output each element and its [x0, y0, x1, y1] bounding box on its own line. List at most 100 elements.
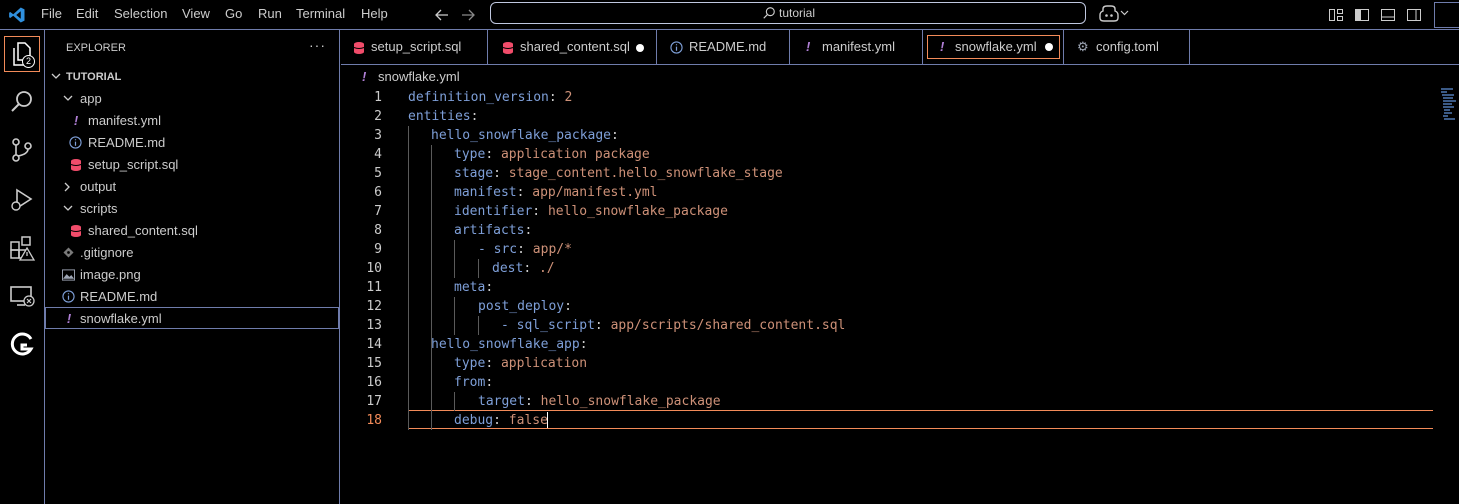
yaml-icon: !: [940, 39, 945, 54]
tree-label: image.png: [80, 267, 141, 282]
unsaved-dot-icon[interactable]: [636, 44, 644, 52]
back-arrow-icon[interactable]: [434, 7, 450, 23]
menu-selection[interactable]: Selection: [114, 6, 167, 21]
tab-setup-script-sql[interactable]: setup_script.sql: [341, 30, 488, 64]
root-folder-label: TUTORIAL: [66, 71, 122, 83]
remote-explorer-icon[interactable]: [8, 282, 36, 310]
tab-label: README.md: [689, 39, 767, 54]
tree-file-shared-content-sql[interactable]: shared_content.sql: [45, 220, 339, 242]
code-line: hello_snowflake_app:: [431, 337, 588, 352]
git-icon: [63, 247, 74, 258]
line-number: 2: [374, 109, 382, 124]
image-icon: [62, 269, 75, 281]
code-line: dest: ./: [492, 261, 555, 276]
code-line: identifier: hello_snowflake_package: [454, 204, 728, 219]
tree-label: README.md: [88, 135, 166, 150]
tree-root-tutorial[interactable]: TUTORIAL: [45, 66, 339, 88]
source-control-icon[interactable]: [8, 136, 36, 164]
toggle-panel-icon[interactable]: [1380, 7, 1396, 23]
tree-label: .gitignore: [80, 245, 134, 260]
command-center-search[interactable]: tutorial: [490, 2, 1086, 24]
gitkraken-g-icon[interactable]: [8, 330, 36, 358]
tree-folder-app[interactable]: app: [45, 88, 339, 110]
line-number: 13: [366, 318, 382, 333]
title-bar: File Edit Selection View Go Run Terminal…: [0, 0, 1459, 30]
tree-file-setup-script-sql[interactable]: setup_script.sql: [45, 154, 339, 176]
tab-snowflake-yml[interactable]: ! snowflake.yml: [927, 35, 1060, 59]
code-line: type: application package: [454, 147, 650, 162]
code-line: definition_version: 2: [408, 90, 573, 105]
tree-folder-output[interactable]: output: [45, 176, 339, 198]
vscode-logo-icon[interactable]: [8, 6, 26, 24]
explorer-sidebar: EXPLORER ··· TUTORIAL app ! manifest.yml…: [45, 30, 340, 504]
toggle-primary-sidebar-icon[interactable]: [1354, 7, 1370, 23]
code-line: artifacts:: [454, 223, 533, 238]
database-icon: [70, 159, 82, 171]
chevron-down-icon: [63, 95, 73, 101]
tab-config-toml[interactable]: ⚙ config.toml: [1063, 30, 1190, 64]
code-line: entities:: [408, 109, 479, 124]
line-number: 10: [366, 261, 382, 276]
extensions-warning-icon[interactable]: [8, 234, 36, 262]
tab-label: snowflake.yml: [955, 39, 1037, 54]
tree-label: shared_content.sql: [88, 223, 198, 238]
chevron-right-icon: [64, 182, 70, 192]
code-editor[interactable]: 1 2 3 4 5 6 7 8 9 10 11 12 13 14 15 16 1…: [341, 88, 1459, 504]
chevron-down-icon: [63, 205, 73, 211]
yaml-icon: !: [73, 113, 79, 128]
database-icon: [353, 42, 365, 54]
tree-file-image-png[interactable]: image.png: [45, 264, 339, 286]
text-cursor: [547, 412, 548, 428]
menu-help[interactable]: Help: [361, 6, 388, 21]
toggle-secondary-sidebar-icon[interactable]: [1406, 7, 1422, 23]
indent-guide: [454, 392, 455, 411]
editor-tabs: setup_script.sql shared_content.sql READ…: [341, 30, 1459, 65]
code-line: hello_snowflake_package:: [431, 128, 619, 143]
run-and-debug-icon[interactable]: [8, 186, 36, 214]
forward-arrow-icon[interactable]: [460, 7, 476, 23]
tree-file-gitignore[interactable]: .gitignore: [45, 242, 339, 264]
info-icon: [670, 41, 683, 54]
tree-label: setup_script.sql: [88, 157, 179, 172]
search-activity-icon[interactable]: [8, 88, 36, 116]
more-actions-icon[interactable]: ···: [309, 37, 326, 53]
menu-view[interactable]: View: [182, 6, 210, 21]
copilot-chevron-down-icon[interactable]: [1120, 10, 1129, 16]
tab-manifest-yml[interactable]: ! manifest.yml: [790, 30, 923, 64]
code-line: from:: [454, 375, 494, 390]
tab-shared-content-sql[interactable]: shared_content.sql: [488, 30, 657, 64]
yaml-icon: !: [362, 69, 367, 84]
breadcrumb-file[interactable]: snowflake.yml: [378, 66, 460, 88]
code-line: meta:: [454, 280, 494, 295]
tree-file-readme-md-root[interactable]: README.md: [45, 286, 339, 308]
indent-guide: [478, 316, 479, 335]
line-number: 7: [374, 204, 382, 219]
customize-layout-icon[interactable]: [1328, 7, 1344, 23]
code-line: manifest: app/manifest.yml: [454, 185, 658, 200]
tree-label: app: [80, 91, 102, 106]
menu-go[interactable]: Go: [225, 6, 242, 21]
line-number: 6: [374, 185, 382, 200]
tree-file-readme-md[interactable]: README.md: [45, 132, 339, 154]
menu-run[interactable]: Run: [258, 6, 282, 21]
tree-label: README.md: [80, 289, 158, 304]
indent-guide: [408, 354, 409, 430]
unsaved-dot-icon[interactable]: [1045, 43, 1053, 51]
tree-file-manifest-yml[interactable]: ! manifest.yml: [45, 110, 339, 132]
explorer-activity-button[interactable]: 2: [4, 36, 40, 72]
menu-edit[interactable]: Edit: [76, 6, 98, 21]
code-line: type: application: [454, 356, 588, 371]
tree-folder-scripts[interactable]: scripts: [45, 198, 339, 220]
minimap[interactable]: [1439, 88, 1457, 128]
line-number: 1: [374, 90, 382, 105]
explorer-badge: 2: [22, 55, 35, 68]
tab-readme-md[interactable]: README.md: [657, 30, 790, 64]
menu-terminal[interactable]: Terminal: [296, 6, 345, 21]
tree-label: manifest.yml: [88, 113, 161, 128]
tree-file-snowflake-yml[interactable]: ! snowflake.yml: [45, 307, 339, 329]
menu-file[interactable]: File: [41, 6, 62, 21]
search-icon: [763, 7, 775, 19]
database-icon: [502, 42, 514, 54]
copilot-icon[interactable]: [1099, 5, 1119, 23]
window-controls[interactable]: [1434, 2, 1459, 28]
